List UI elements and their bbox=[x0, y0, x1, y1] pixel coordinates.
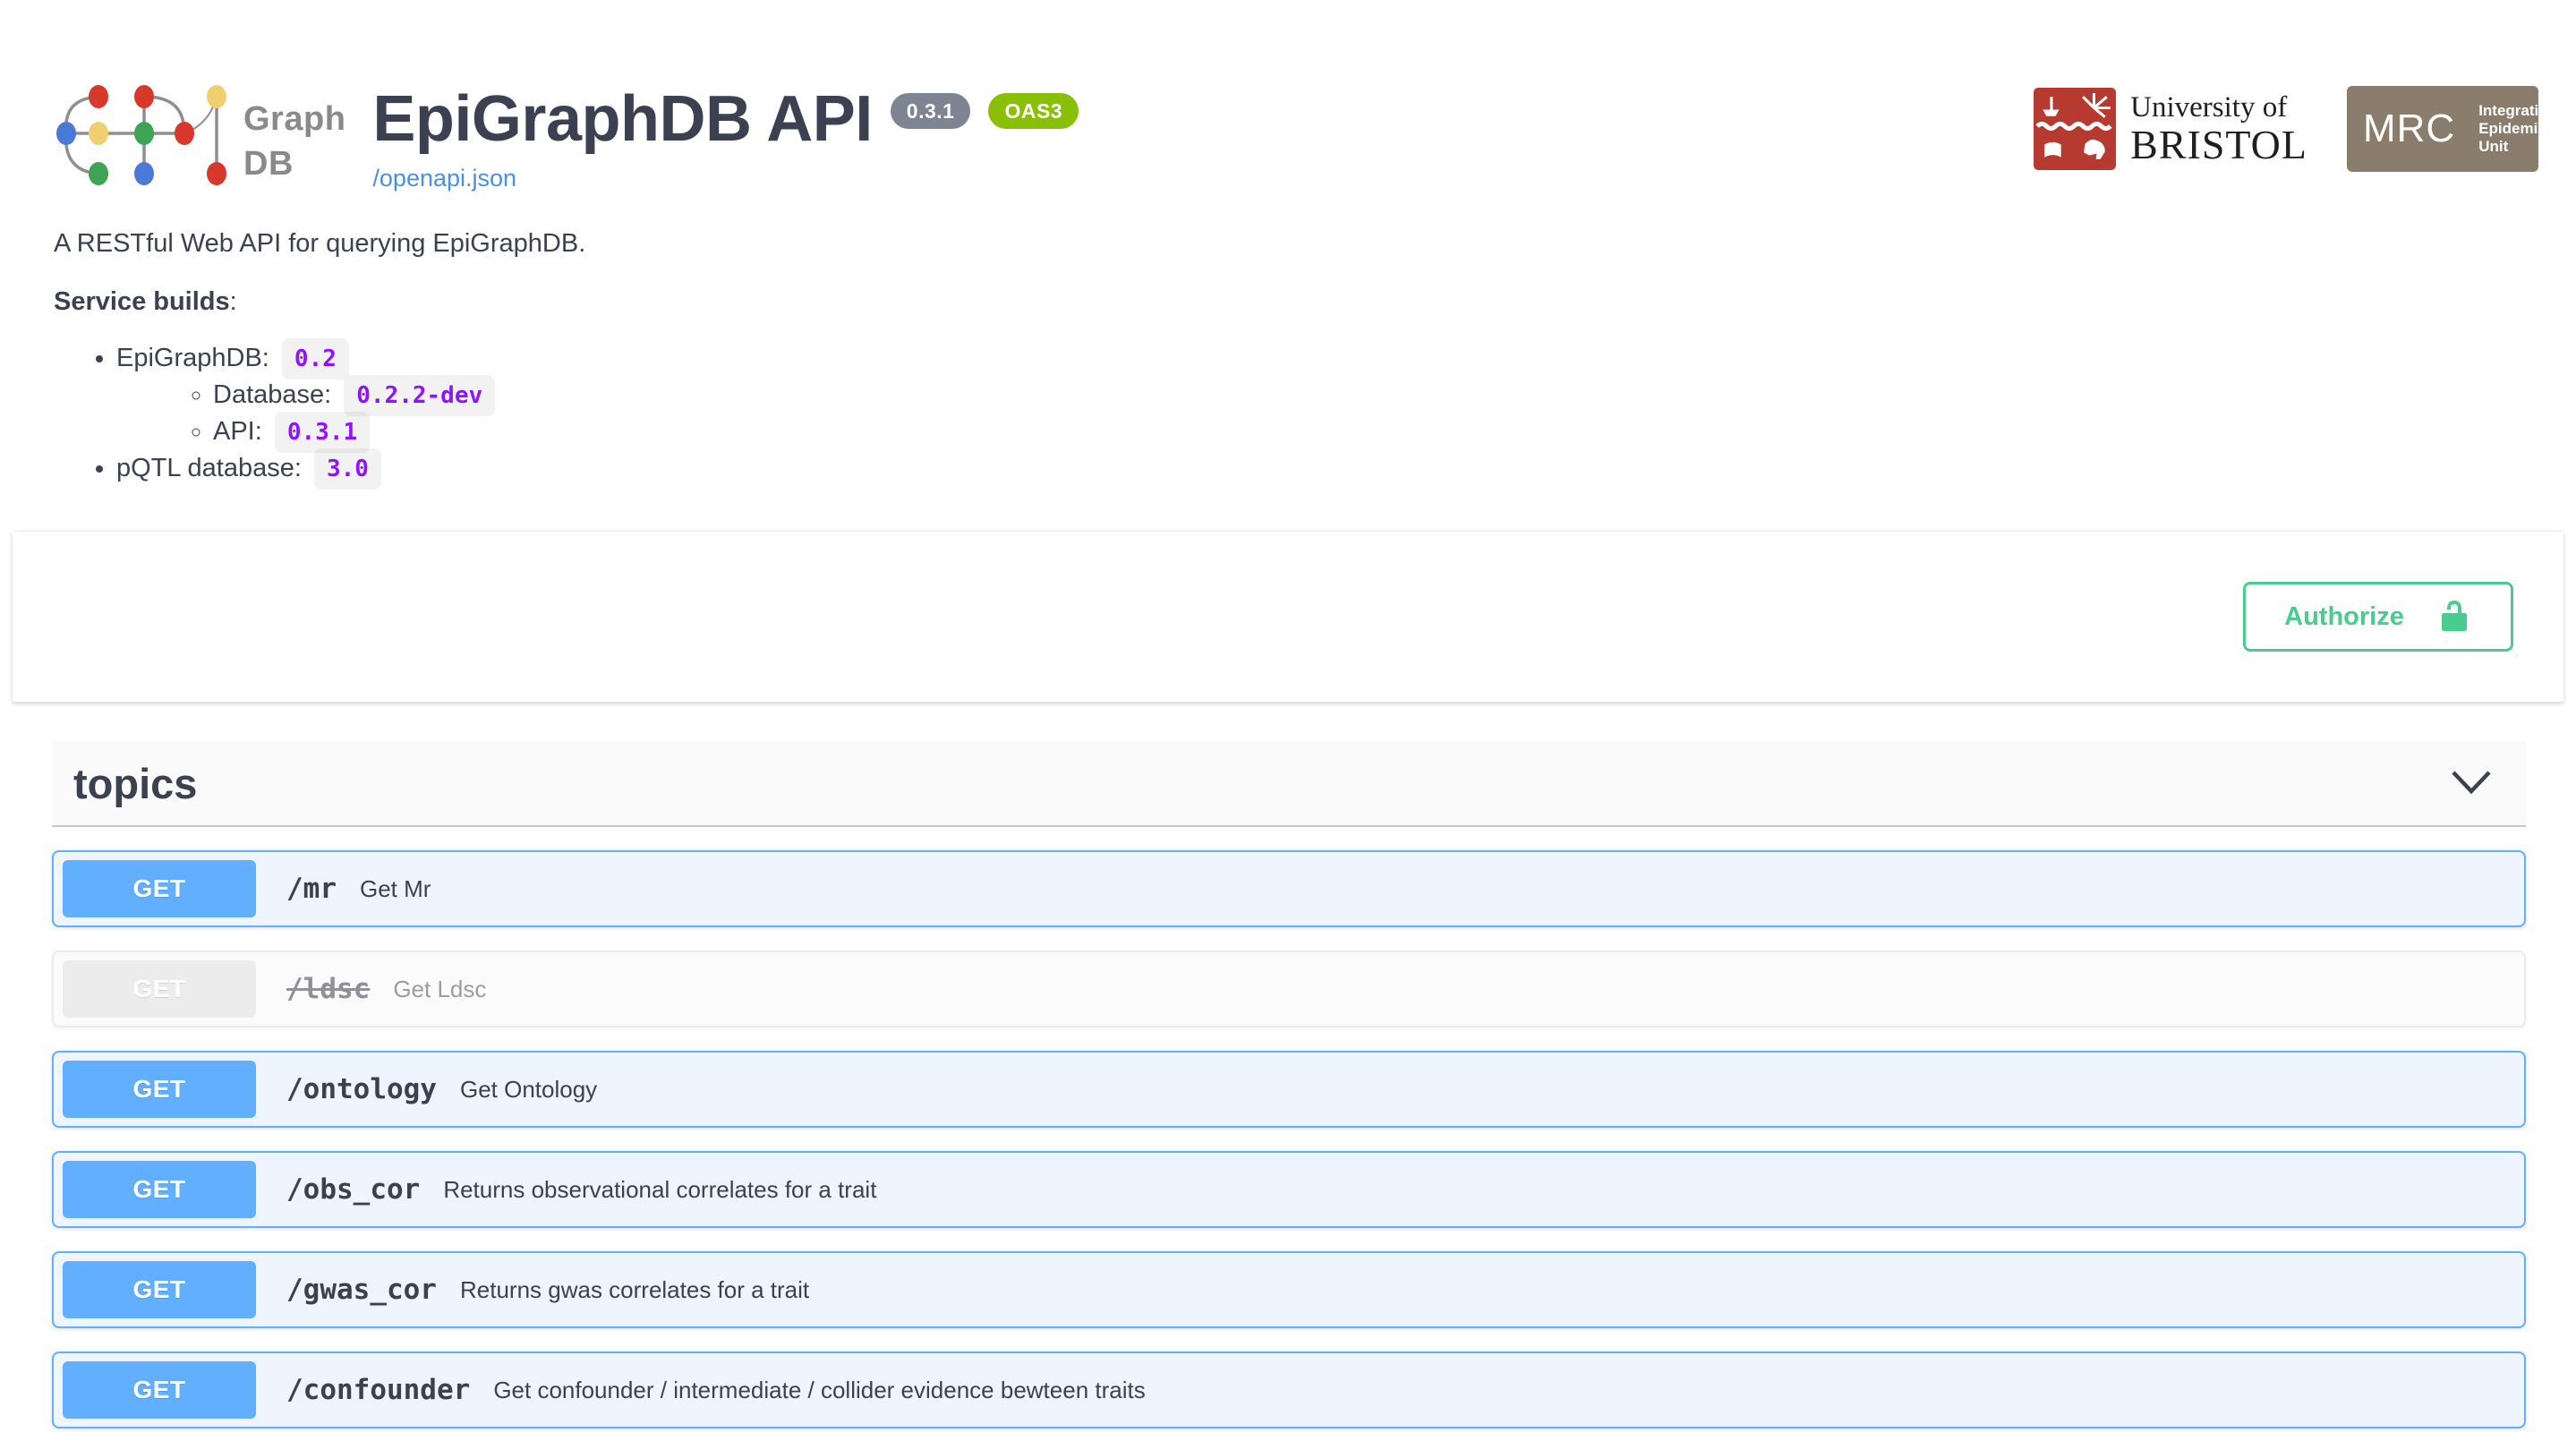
authorize-label: Authorize bbox=[2284, 602, 2404, 632]
oas3-badge: OAS3 bbox=[988, 93, 1079, 129]
bristol-logo: University of BRISTOL bbox=[2034, 88, 2307, 170]
mrc-ieu-logo: MRC Integrative Epidemiology Unit bbox=[2347, 86, 2538, 172]
endpoint-row-gwas_cor[interactable]: GET/gwas_cor Returns gwas correlates for … bbox=[52, 1251, 2526, 1328]
epigraphdb-graph-icon bbox=[54, 82, 229, 190]
service-build-item: Database: 0.2.2-dev bbox=[213, 377, 2538, 414]
service-builds-container: EpiGraphDB: 0.2Database: 0.2.2-devAPI: 0… bbox=[54, 340, 2538, 487]
service-build-item: pQTL database: 3.0 bbox=[116, 450, 2538, 487]
endpoint-summary: Get Mr bbox=[360, 875, 431, 903]
mrc-unit-name: Integrative Epidemiology Unit bbox=[2478, 102, 2576, 156]
endpoint-path: /ldsc bbox=[286, 973, 370, 1005]
build-version-value: 3.0 bbox=[314, 448, 381, 490]
endpoint-path: /ontology bbox=[286, 1073, 437, 1105]
service-build-item: EpiGraphDB: 0.2Database: 0.2.2-devAPI: 0… bbox=[116, 340, 2538, 450]
api-description: A RESTful Web API for querying EpiGraphD… bbox=[54, 228, 2538, 259]
endpoint-summary: Get Ontology bbox=[460, 1076, 597, 1104]
method-badge: GET bbox=[63, 860, 256, 917]
chevron-down-icon bbox=[2451, 770, 2492, 795]
brand-wordmark: Graph DB bbox=[243, 97, 345, 186]
page-title: EpiGraphDB API bbox=[372, 84, 872, 154]
build-label: Database: bbox=[213, 380, 338, 409]
unlocked-padlock-icon bbox=[2436, 599, 2472, 635]
endpoint-path: /gwas_cor bbox=[286, 1274, 437, 1306]
endpoint-summary: Returns observational correlates for a t… bbox=[443, 1176, 876, 1204]
endpoint-row-ldsc[interactable]: GET/ldsc Get Ldsc bbox=[52, 951, 2526, 1027]
method-badge: GET bbox=[63, 1061, 256, 1118]
service-builds-sublist: Database: 0.2.2-devAPI: 0.3.1 bbox=[116, 377, 2538, 450]
partner-logos: University of BRISTOL MRC Integrative Ep… bbox=[2034, 86, 2538, 172]
build-label: EpiGraphDB: bbox=[116, 344, 277, 372]
endpoint-path: /mr bbox=[286, 873, 337, 905]
endpoint-summary: Get confounder / intermediate / collider… bbox=[493, 1377, 1145, 1404]
endpoint-row-obs_cor[interactable]: GET/obs_cor Returns observational correla… bbox=[52, 1151, 2526, 1228]
endpoint-row-ontology[interactable]: GET/ontology Get Ontology bbox=[52, 1051, 2526, 1128]
endpoint-path: /obs_cor bbox=[286, 1173, 420, 1206]
build-version-value: 0.2 bbox=[282, 338, 349, 379]
method-badge: GET bbox=[63, 1361, 256, 1419]
bristol-logo-line2: BRISTOL bbox=[2130, 124, 2307, 166]
build-version-value: 0.3.1 bbox=[275, 412, 370, 453]
api-info: A RESTful Web API for querying EpiGraphD… bbox=[54, 228, 2538, 487]
service-builds-heading: Service builds: bbox=[54, 287, 2538, 317]
method-badge: GET bbox=[63, 1161, 256, 1218]
build-label: pQTL database: bbox=[116, 454, 309, 482]
topics-section-header[interactable]: topics bbox=[52, 741, 2526, 827]
api-title-block: EpiGraphDB API 0.3.1 OAS3 /openapi.json bbox=[372, 84, 1079, 192]
service-builds-list: EpiGraphDB: 0.2Database: 0.2.2-devAPI: 0… bbox=[54, 340, 2538, 487]
version-badge: 0.3.1 bbox=[891, 93, 971, 129]
topics-section: topics GET/mr Get Mr GET/ldsc Get Ldsc GET/o… bbox=[52, 741, 2526, 1428]
service-build-item: API: 0.3.1 bbox=[213, 414, 2538, 450]
endpoint-summary: Returns gwas correlates for a trait bbox=[460, 1276, 809, 1304]
scheme-container: Authorize bbox=[13, 532, 2563, 702]
section-title: topics bbox=[73, 759, 197, 808]
endpoint-summary: Get Ldsc bbox=[393, 976, 486, 1003]
build-label: API: bbox=[213, 417, 269, 446]
bristol-logo-line1: University of bbox=[2130, 91, 2307, 124]
bristol-crest-icon bbox=[2034, 88, 2116, 170]
method-badge: GET bbox=[63, 960, 256, 1018]
method-badge: GET bbox=[63, 1261, 256, 1318]
mrc-abbr: MRC bbox=[2363, 107, 2455, 151]
openapi-spec-link[interactable]: /openapi.json bbox=[372, 165, 516, 192]
page-header: Graph DB EpiGraphDB API 0.3.1 OAS3 /open… bbox=[0, 0, 2576, 192]
endpoint-path: /confounder bbox=[286, 1374, 470, 1406]
authorize-button[interactable]: Authorize bbox=[2243, 582, 2513, 652]
endpoint-row-mr[interactable]: GET/mr Get Mr bbox=[52, 850, 2526, 927]
collapse-section-button[interactable] bbox=[2438, 770, 2504, 797]
operations: GET/mr Get Mr GET/ldsc Get Ldsc GET/ontology… bbox=[52, 827, 2526, 1428]
endpoint-row-confounder[interactable]: GET/confounder Get confounder / intermedi… bbox=[52, 1351, 2526, 1428]
epigraphdb-logo: Graph DB bbox=[54, 63, 345, 190]
build-version-value: 0.2.2-dev bbox=[344, 375, 495, 416]
